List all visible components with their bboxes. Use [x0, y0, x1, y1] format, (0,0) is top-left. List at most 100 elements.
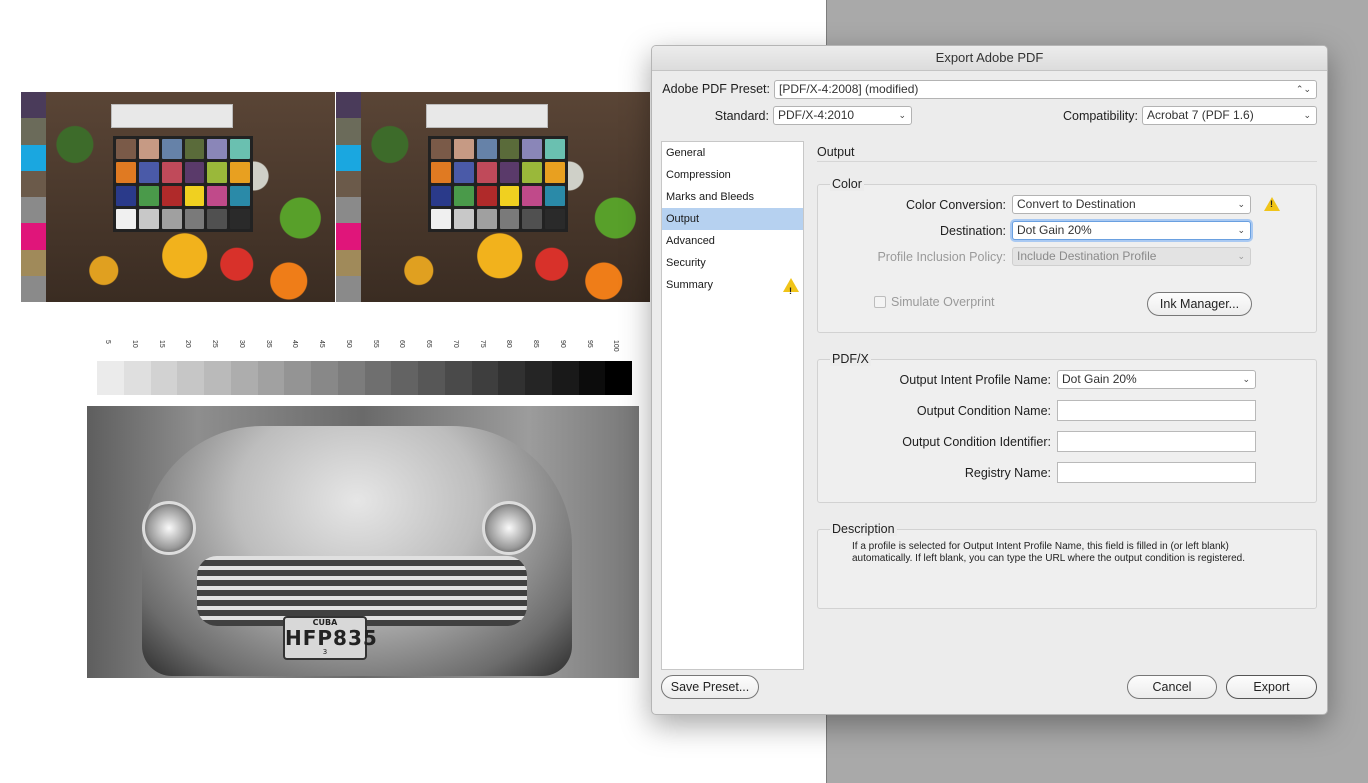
gray-ramp-step	[551, 361, 579, 395]
dialog-title: Export Adobe PDF	[652, 46, 1327, 71]
profile-policy-value: Include Destination Profile	[1017, 249, 1157, 263]
cancel-button[interactable]: Cancel	[1127, 675, 1217, 699]
standard-select[interactable]: PDF/X-4:2010 ⌄	[773, 106, 912, 125]
gray-ramp-step	[123, 361, 151, 395]
warning-icon	[783, 278, 799, 302]
color-swatch	[336, 223, 361, 250]
checker-patch	[207, 162, 228, 183]
gray-ramp-label: 40	[291, 340, 299, 348]
color-swatch	[21, 197, 46, 224]
gray-ramp-step	[364, 361, 392, 395]
license-plate: CUBA HFP835 3	[283, 616, 377, 660]
color-target-image-right	[336, 92, 650, 302]
checker-patch	[453, 139, 474, 160]
color-conversion-value: Convert to Destination	[1017, 197, 1136, 211]
checker-patch	[184, 185, 205, 206]
export-pdf-dialog: Export Adobe PDF Adobe PDF Preset: [PDF/…	[651, 45, 1328, 715]
checker-patch	[431, 162, 451, 183]
destination-select[interactable]: Dot Gain 20% ⌄	[1012, 221, 1251, 240]
description-line-2: automatically. If left blank, you can ty…	[852, 553, 1245, 564]
simulate-overprint-checkbox[interactable]	[874, 296, 886, 308]
checker-patch	[545, 162, 565, 183]
destination-label: Destination:	[939, 224, 1006, 238]
gray-ramp-step	[444, 361, 472, 395]
description-group-title: Description	[830, 522, 897, 536]
output-condition-identifier-label: Output Condition Identifier:	[902, 435, 1051, 449]
color-swatch	[21, 170, 46, 197]
gray-ramp-label: 20	[184, 340, 192, 348]
preset-select[interactable]: [PDF/X-4:2008] (modified) ⌃⌄	[774, 80, 1317, 99]
output-condition-name-label: Output Condition Name:	[916, 404, 1051, 418]
compatibility-select[interactable]: Acrobat 7 (PDF 1.6) ⌄	[1142, 106, 1317, 125]
checker-patch	[453, 208, 474, 229]
gray-ramp-label: 65	[425, 340, 432, 348]
color-conversion-label: Color Conversion:	[905, 198, 1006, 212]
gray-ramp-label: 45	[318, 340, 325, 348]
color-swatch	[336, 275, 361, 302]
car-photo: CUBA HFP835 3	[87, 406, 639, 678]
checker-patch	[545, 185, 565, 206]
checker-patch	[116, 208, 136, 229]
checker-patch	[476, 162, 497, 183]
sidebar-item-output[interactable]: Output	[662, 208, 803, 230]
color-swatch	[21, 249, 46, 276]
gray-ramp-step	[498, 361, 525, 395]
sidebar-item-compression[interactable]: Compression	[662, 164, 803, 186]
checker-patch	[116, 139, 136, 160]
registry-name-field[interactable]	[1057, 462, 1256, 483]
gray-ramp-step	[525, 361, 552, 395]
checker-patch	[431, 208, 451, 229]
registry-name-label: Registry Name:	[964, 466, 1051, 480]
export-button[interactable]: Export	[1226, 675, 1317, 699]
color-swatch	[21, 275, 46, 302]
output-intent-select[interactable]: Dot Gain 20% ⌄	[1057, 370, 1256, 389]
gray-ramp-label: 30	[237, 340, 245, 348]
checker-patch	[476, 139, 497, 160]
sidebar-item-advanced[interactable]: Advanced	[662, 230, 803, 252]
color-swatch	[336, 144, 361, 171]
gray-ramp-label: 10	[130, 340, 138, 348]
checker-patch	[499, 139, 520, 160]
chevron-down-icon: ⌄	[1242, 374, 1250, 384]
ink-manager-button[interactable]: Ink Manager...	[1147, 292, 1252, 316]
gray-ramp-step	[605, 361, 632, 395]
gray-ramp-step	[391, 361, 418, 395]
checker-patch	[184, 208, 205, 229]
color-swatch	[21, 92, 46, 119]
gray-ramp-step	[230, 361, 258, 395]
checker-patch	[499, 185, 520, 206]
checker-patch	[207, 139, 228, 160]
gray-ramp-label: 70	[451, 340, 459, 348]
gray-ramp-label: 90	[558, 340, 566, 348]
preset-value: [PDF/X-4:2008] (modified)	[779, 82, 919, 96]
save-preset-button[interactable]: Save Preset...	[661, 675, 759, 699]
sidebar-item-security[interactable]: Security	[662, 252, 803, 274]
checker-patch	[138, 162, 159, 183]
profile-policy-select[interactable]: Include Destination Profile ⌄	[1012, 247, 1251, 266]
color-conversion-select[interactable]: Convert to Destination ⌄	[1012, 195, 1251, 214]
gray-ramp-label: 75	[478, 340, 486, 348]
checker-patch	[116, 185, 136, 206]
output-condition-identifier-field[interactable]	[1057, 431, 1256, 452]
color-swatch	[336, 170, 361, 197]
sidebar-item-marks-and-bleeds[interactable]: Marks and Bleeds	[662, 186, 803, 208]
gray-ramp-label: 25	[211, 340, 218, 348]
headlight-right	[482, 501, 536, 555]
gray-ramp-step	[150, 361, 178, 395]
checker-patch	[230, 139, 250, 160]
color-group-title: Color	[830, 177, 864, 191]
sidebar-item-general[interactable]: General	[662, 142, 803, 164]
color-swatch	[21, 223, 46, 250]
checker-patch	[230, 185, 250, 206]
color-checker	[428, 136, 568, 232]
category-sidebar: General Compression Marks and Bleeds Out…	[661, 141, 804, 670]
sidebar-item-summary[interactable]: Summary	[662, 274, 803, 302]
checker-patch	[207, 185, 228, 206]
gray-ramp	[97, 361, 632, 395]
checker-patch	[453, 162, 474, 183]
gray-ramp-label: 95	[585, 340, 593, 348]
color-swatch	[336, 92, 361, 119]
color-swatch	[21, 118, 46, 145]
gray-ramp-step	[97, 361, 124, 395]
output-condition-name-field[interactable]	[1057, 400, 1256, 421]
